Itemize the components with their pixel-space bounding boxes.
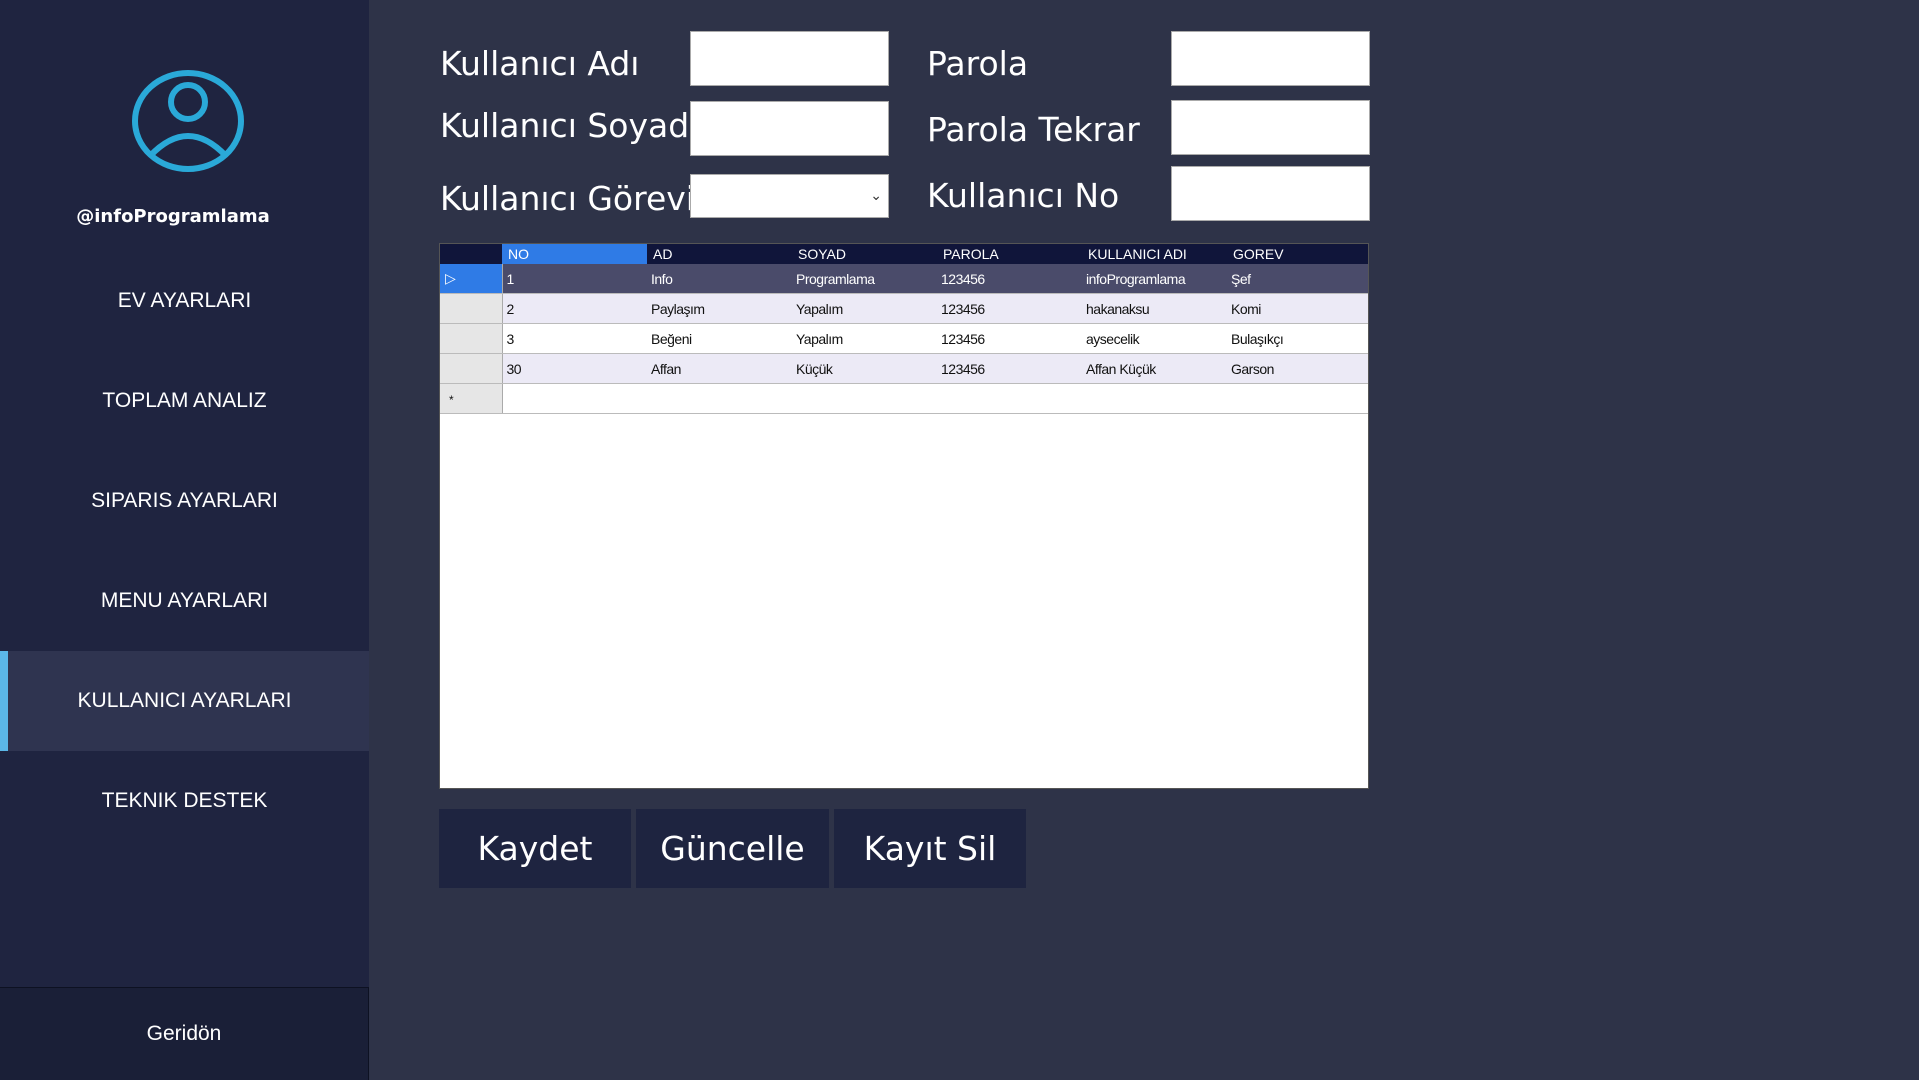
sidebar-item-siparis-ayarlari[interactable]: SIPARIS AYARLARI [0, 451, 369, 551]
first-name-label: Kullanıcı Adı [440, 44, 640, 83]
table-cell[interactable]: Programlama [792, 264, 937, 294]
sidebar-item-menu-ayarlari[interactable]: MENU AYARLARI [0, 551, 369, 651]
table-row[interactable]: ▷ 1 Info Programlama 123456 infoPrograml… [440, 264, 1368, 294]
row-header[interactable] [440, 323, 503, 354]
table-cell[interactable]: Yapalım [792, 323, 937, 354]
first-name-field[interactable] [690, 31, 889, 86]
new-row-cell[interactable] [502, 383, 1368, 414]
table-row[interactable]: 30 Affan Küçük 123456 Affan Küçük Garson [440, 353, 1368, 384]
sidebar-item-label: SIPARIS AYARLARI [91, 489, 278, 512]
row-header[interactable]: ▷ [440, 264, 503, 294]
sidebar-item-ev-ayarlari[interactable]: EV AYARLARI [0, 251, 369, 351]
update-button-label: Güncelle [660, 829, 805, 868]
sidebar-item-kullanici-ayarlari[interactable]: KULLANICI AYARLARI [0, 651, 369, 751]
table-cell[interactable]: Paylaşım [647, 293, 792, 324]
table-cell[interactable]: Affan Küçük [1082, 353, 1227, 384]
role-select[interactable]: ⌄ [690, 174, 889, 218]
row-header[interactable] [440, 293, 503, 324]
current-row-icon: ▷ [445, 270, 456, 286]
table-cell[interactable]: 123456 [937, 353, 1082, 384]
delete-button-label: Kayıt Sil [863, 829, 997, 868]
user-no-field[interactable] [1171, 166, 1370, 221]
sidebar: @infoProgramlama EV AYARLARI TOPLAM ANAL… [0, 0, 369, 1080]
back-button-label: Geridön [146, 1022, 222, 1045]
column-header-soyad[interactable]: SOYAD [792, 244, 937, 264]
row-header[interactable]: * [440, 383, 503, 414]
row-header-corner [440, 244, 502, 264]
table-cell[interactable]: 123456 [937, 264, 1082, 294]
column-header-no[interactable]: NO [502, 244, 647, 264]
table-cell[interactable]: 30 [502, 353, 647, 384]
column-header-parola[interactable]: PAROLA [937, 244, 1082, 264]
password-field[interactable] [1171, 31, 1370, 86]
sidebar-item-label: MENU AYARLARI [100, 589, 269, 612]
user-avatar-icon [132, 70, 244, 172]
table-cell[interactable]: aysecelik [1082, 323, 1227, 354]
table-cell[interactable]: Garson [1227, 353, 1368, 384]
new-row-marker: * [449, 392, 454, 407]
table-cell[interactable]: Yapalım [792, 293, 937, 324]
table-row[interactable]: 3 Beğeni Yapalım 123456 aysecelik Bulaşı… [440, 323, 1368, 354]
table-cell[interactable]: Info [647, 264, 792, 294]
save-button[interactable]: Kaydet [439, 809, 631, 888]
table-header-row: NO AD SOYAD PAROLA KULLANICI ADI GOREV [440, 244, 1368, 264]
last-name-field[interactable] [690, 101, 889, 156]
sidebar-item-label: EV AYARLARI [117, 289, 252, 312]
table-cell[interactable]: 123456 [937, 323, 1082, 354]
table-cell[interactable]: Şef [1227, 264, 1368, 294]
table-cell[interactable]: Beğeni [647, 323, 792, 354]
table-cell[interactable]: 3 [502, 323, 647, 354]
sidebar-item-label: TOPLAM ANALIZ [102, 389, 267, 412]
table-cell[interactable]: Küçük [792, 353, 937, 384]
table-cell[interactable]: hakanaksu [1082, 293, 1227, 324]
new-row[interactable]: * [440, 383, 1368, 414]
back-button[interactable]: Geridön [0, 987, 369, 1080]
users-table: NO AD SOYAD PAROLA KULLANICI ADI GOREV ▷… [440, 244, 1368, 414]
row-header[interactable] [440, 353, 503, 384]
users-data-grid[interactable]: NO AD SOYAD PAROLA KULLANICI ADI GOREV ▷… [439, 243, 1369, 789]
table-cell[interactable]: 123456 [937, 293, 1082, 324]
table-cell[interactable]: Bulaşıkçı [1227, 323, 1368, 354]
column-header-gorev[interactable]: GOREV [1227, 244, 1368, 264]
column-header-ad[interactable]: AD [647, 244, 792, 264]
table-cell[interactable]: 1 [502, 264, 647, 294]
table-cell[interactable]: infoProgramlama [1082, 264, 1227, 294]
last-name-label: Kullanıcı Soyadı [440, 106, 699, 145]
sidebar-item-toplam-analiz[interactable]: TOPLAM ANALIZ [0, 351, 369, 451]
username-label: @infoProgramlama [76, 206, 270, 227]
password-label: Parola [927, 44, 1029, 83]
role-label: Kullanıcı Görevi [440, 179, 695, 218]
update-button[interactable]: Güncelle [636, 809, 829, 888]
password-repeat-field[interactable] [1171, 100, 1370, 155]
sidebar-item-label: TEKNIK DESTEK [101, 789, 268, 812]
table-cell[interactable]: 2 [502, 293, 647, 324]
table-cell[interactable]: Affan [647, 353, 792, 384]
sidebar-item-teknik-destek[interactable]: TEKNIK DESTEK [0, 751, 369, 851]
column-header-kullanici-adi[interactable]: KULLANICI ADI [1082, 244, 1227, 264]
chevron-down-icon[interactable]: ⌄ [870, 187, 882, 204]
sidebar-item-label: KULLANICI AYARLARI [77, 689, 292, 712]
password-repeat-label: Parola Tekrar [927, 110, 1140, 149]
save-button-label: Kaydet [477, 829, 593, 868]
table-row[interactable]: 2 Paylaşım Yapalım 123456 hakanaksu Komi [440, 293, 1368, 324]
user-no-label: Kullanıcı No [927, 176, 1120, 215]
delete-button[interactable]: Kayıt Sil [834, 809, 1026, 888]
table-cell[interactable]: Komi [1227, 293, 1368, 324]
